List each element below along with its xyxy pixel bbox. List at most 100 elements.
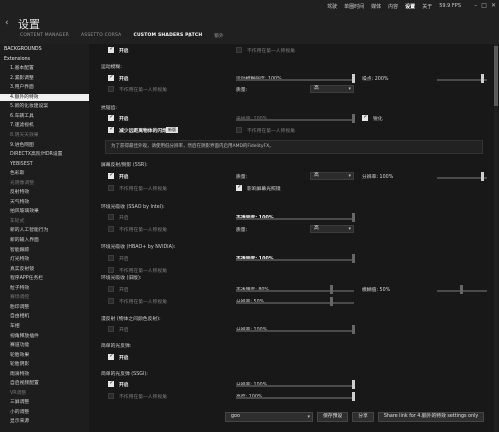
ssgi-res-knob[interactable] (352, 380, 355, 389)
menu-item[interactable]: 关于 (422, 3, 432, 10)
ssgi-enable-checkbox[interactable] (108, 380, 114, 387)
top-enable-checkbox[interactable] (108, 46, 114, 53)
affect-ssr-checkbox[interactable] (236, 184, 242, 191)
sidebar-item[interactable]: 拍风玻璃效果 (0, 208, 89, 215)
hbao-first-person-checkbox[interactable] (108, 267, 114, 273)
back-arrow-icon[interactable]: ‹ (5, 18, 9, 28)
sidebar-item[interactable]: 雨滴特效 (0, 371, 89, 378)
share-link-button[interactable]: Share link for 4.额外的特效 settings only (377, 412, 485, 422)
sidebar-item[interactable]: YEBISEST (0, 161, 89, 168)
ssao-quality-dropdown[interactable]: 高 (310, 225, 354, 233)
top-first-person-checkbox[interactable] (236, 47, 242, 53)
ssr-res-knob[interactable] (481, 172, 484, 181)
noise-slider[interactable] (437, 79, 487, 81)
tab[interactable]: 额外 (214, 33, 223, 39)
sidebar-item[interactable]: 真实反射镜 (0, 266, 89, 273)
sidebar-item[interactable]: 3.用户界面 (0, 84, 89, 91)
maximize-icon[interactable]: □ (481, 2, 487, 9)
menu-item[interactable]: 驾驶 (327, 3, 337, 10)
sidebar-item[interactable]: 新的人工智能行为 (0, 227, 89, 234)
glow-enable-checkbox[interactable] (108, 353, 114, 360)
sidebar-item[interactable]: 6.车辆工具 (0, 113, 89, 120)
sidebar-item[interactable]: 反射特效 (0, 189, 89, 196)
menu-item[interactable]: 内容 (388, 3, 398, 10)
sidebar-item[interactable]: Extensions (0, 56, 89, 63)
scrollbar-thumb[interactable] (494, 46, 498, 106)
sidebar-item[interactable]: 粒子特效 (0, 285, 89, 292)
tab[interactable]: ASSETTO CORSA (81, 33, 121, 39)
sidebar-item[interactable]: 新的输入界面 (0, 237, 89, 244)
sidebar-item[interactable]: 自由相机 (0, 313, 89, 320)
ssao-opacity-knob[interactable] (352, 213, 355, 222)
search-icon[interactable]: ⌕ (188, 32, 191, 40)
ssr-enable-checkbox[interactable] (108, 172, 114, 179)
save-preset-button[interactable]: 保存预设 (317, 412, 349, 422)
reflect-res-slider[interactable] (236, 330, 354, 332)
menu-item[interactable]: 媒体 (371, 3, 381, 10)
ssr-quality-dropdown[interactable]: 高 (310, 172, 354, 180)
sidebar-item[interactable]: 小的调整 (0, 409, 89, 416)
ssgi-first-person-checkbox[interactable] (108, 393, 114, 399)
menu-item[interactable]: 设置 (405, 3, 415, 10)
hbao-enable-checkbox[interactable] (108, 255, 114, 261)
sharpen-checkbox[interactable] (362, 114, 368, 121)
menu-item[interactable]: 单圈时间 (344, 3, 364, 10)
tab[interactable]: CUSTOM SHADERS PATCH (133, 33, 202, 39)
ssr-res-slider[interactable] (437, 177, 487, 179)
preset-name-input[interactable]: goo (225, 412, 313, 422)
sidebar-item[interactable]: 5.新的化妆建设案 (0, 103, 89, 110)
sidebar-item[interactable]: 三屏调整 (0, 399, 89, 406)
sidebar-item[interactable]: 1.基本配置 (0, 65, 89, 72)
sidebar-item[interactable]: 显示来源 (0, 418, 89, 425)
sidebar-item[interactable]: 2.漏影调整 (0, 75, 89, 82)
old-ao-res-slider[interactable] (236, 302, 354, 304)
close-icon[interactable]: ✕ (491, 2, 496, 9)
ssr-first-person-checkbox[interactable] (108, 185, 114, 191)
sidebar-item[interactable]: 自启视频配置 (0, 380, 89, 387)
sidebar-item[interactable]: 程序APP任务栏 (0, 275, 89, 282)
sidebar-item[interactable]: 光阴像调整 (0, 180, 89, 187)
sidebar-item[interactable]: 9.进色网图 (0, 142, 89, 149)
old-ao-enable-checkbox[interactable] (108, 286, 114, 292)
ssao-opacity-slider[interactable] (236, 218, 354, 220)
motion-blur-strength-slider[interactable] (236, 79, 354, 81)
sidebar-item[interactable]: 轮胎效果 (0, 352, 89, 359)
sidebar-item[interactable]: VR调整 (0, 390, 89, 397)
sidebar-item[interactable]: 车轮式 (0, 218, 89, 225)
reduce-flicker-checkbox[interactable] (108, 126, 114, 133)
ssao-first-person-checkbox[interactable] (108, 226, 114, 232)
share-button[interactable]: 分享 (352, 412, 374, 422)
old-ao-opacity-knob[interactable] (330, 285, 333, 294)
sidebar-item[interactable]: BACKGROUNDS (0, 46, 89, 53)
old-ao-opacity-slider[interactable] (236, 290, 354, 292)
reflect-enable-checkbox[interactable] (108, 326, 114, 332)
motion-blur-first-person-checkbox[interactable] (108, 86, 114, 92)
sidebar-item[interactable]: 轮胎阴影 (0, 361, 89, 368)
menu-item[interactable]: 59.9 FPS (439, 3, 461, 10)
reflect-res-knob[interactable] (352, 325, 355, 334)
noise-knob[interactable] (481, 74, 484, 83)
ssao-enable-checkbox[interactable] (108, 214, 114, 220)
sidebar-item[interactable]: 灯光特效 (0, 256, 89, 263)
sidebar-item[interactable]: 4.额外的特效 (0, 93, 89, 102)
old-ao-blur-knob[interactable] (460, 285, 463, 294)
aa-enable-checkbox[interactable] (108, 114, 114, 121)
sidebar-item[interactable]: 车相 (0, 323, 89, 330)
sidebar-item[interactable]: 7.速滤视机 (0, 122, 89, 129)
sidebar-item[interactable]: 智能跟踪 (0, 247, 89, 254)
old-ao-res-knob[interactable] (330, 297, 333, 306)
sidebar-item[interactable]: 色彩斯 (0, 170, 89, 177)
motion-blur-enable-checkbox[interactable] (108, 74, 114, 81)
sidebar-item[interactable]: 赛道功能 (0, 342, 89, 349)
sidebar-item[interactable]: 胎印调整 (0, 304, 89, 311)
sidebar-item[interactable]: 天气特效 (0, 199, 89, 206)
ssgi-brightness-knob[interactable] (352, 392, 355, 401)
aa-sample-knob[interactable] (352, 114, 355, 123)
aa-first-person-checkbox[interactable] (236, 127, 242, 133)
aa-sample-slider[interactable] (236, 119, 354, 121)
ssgi-brightness-slider[interactable] (236, 397, 354, 399)
sidebar-item[interactable]: 视角释放插件 (0, 333, 89, 340)
hbao-opacity-knob[interactable] (352, 254, 355, 263)
motion-blur-strength-knob[interactable] (352, 74, 355, 83)
sidebar-item[interactable]: 赛场调控 (0, 294, 89, 301)
